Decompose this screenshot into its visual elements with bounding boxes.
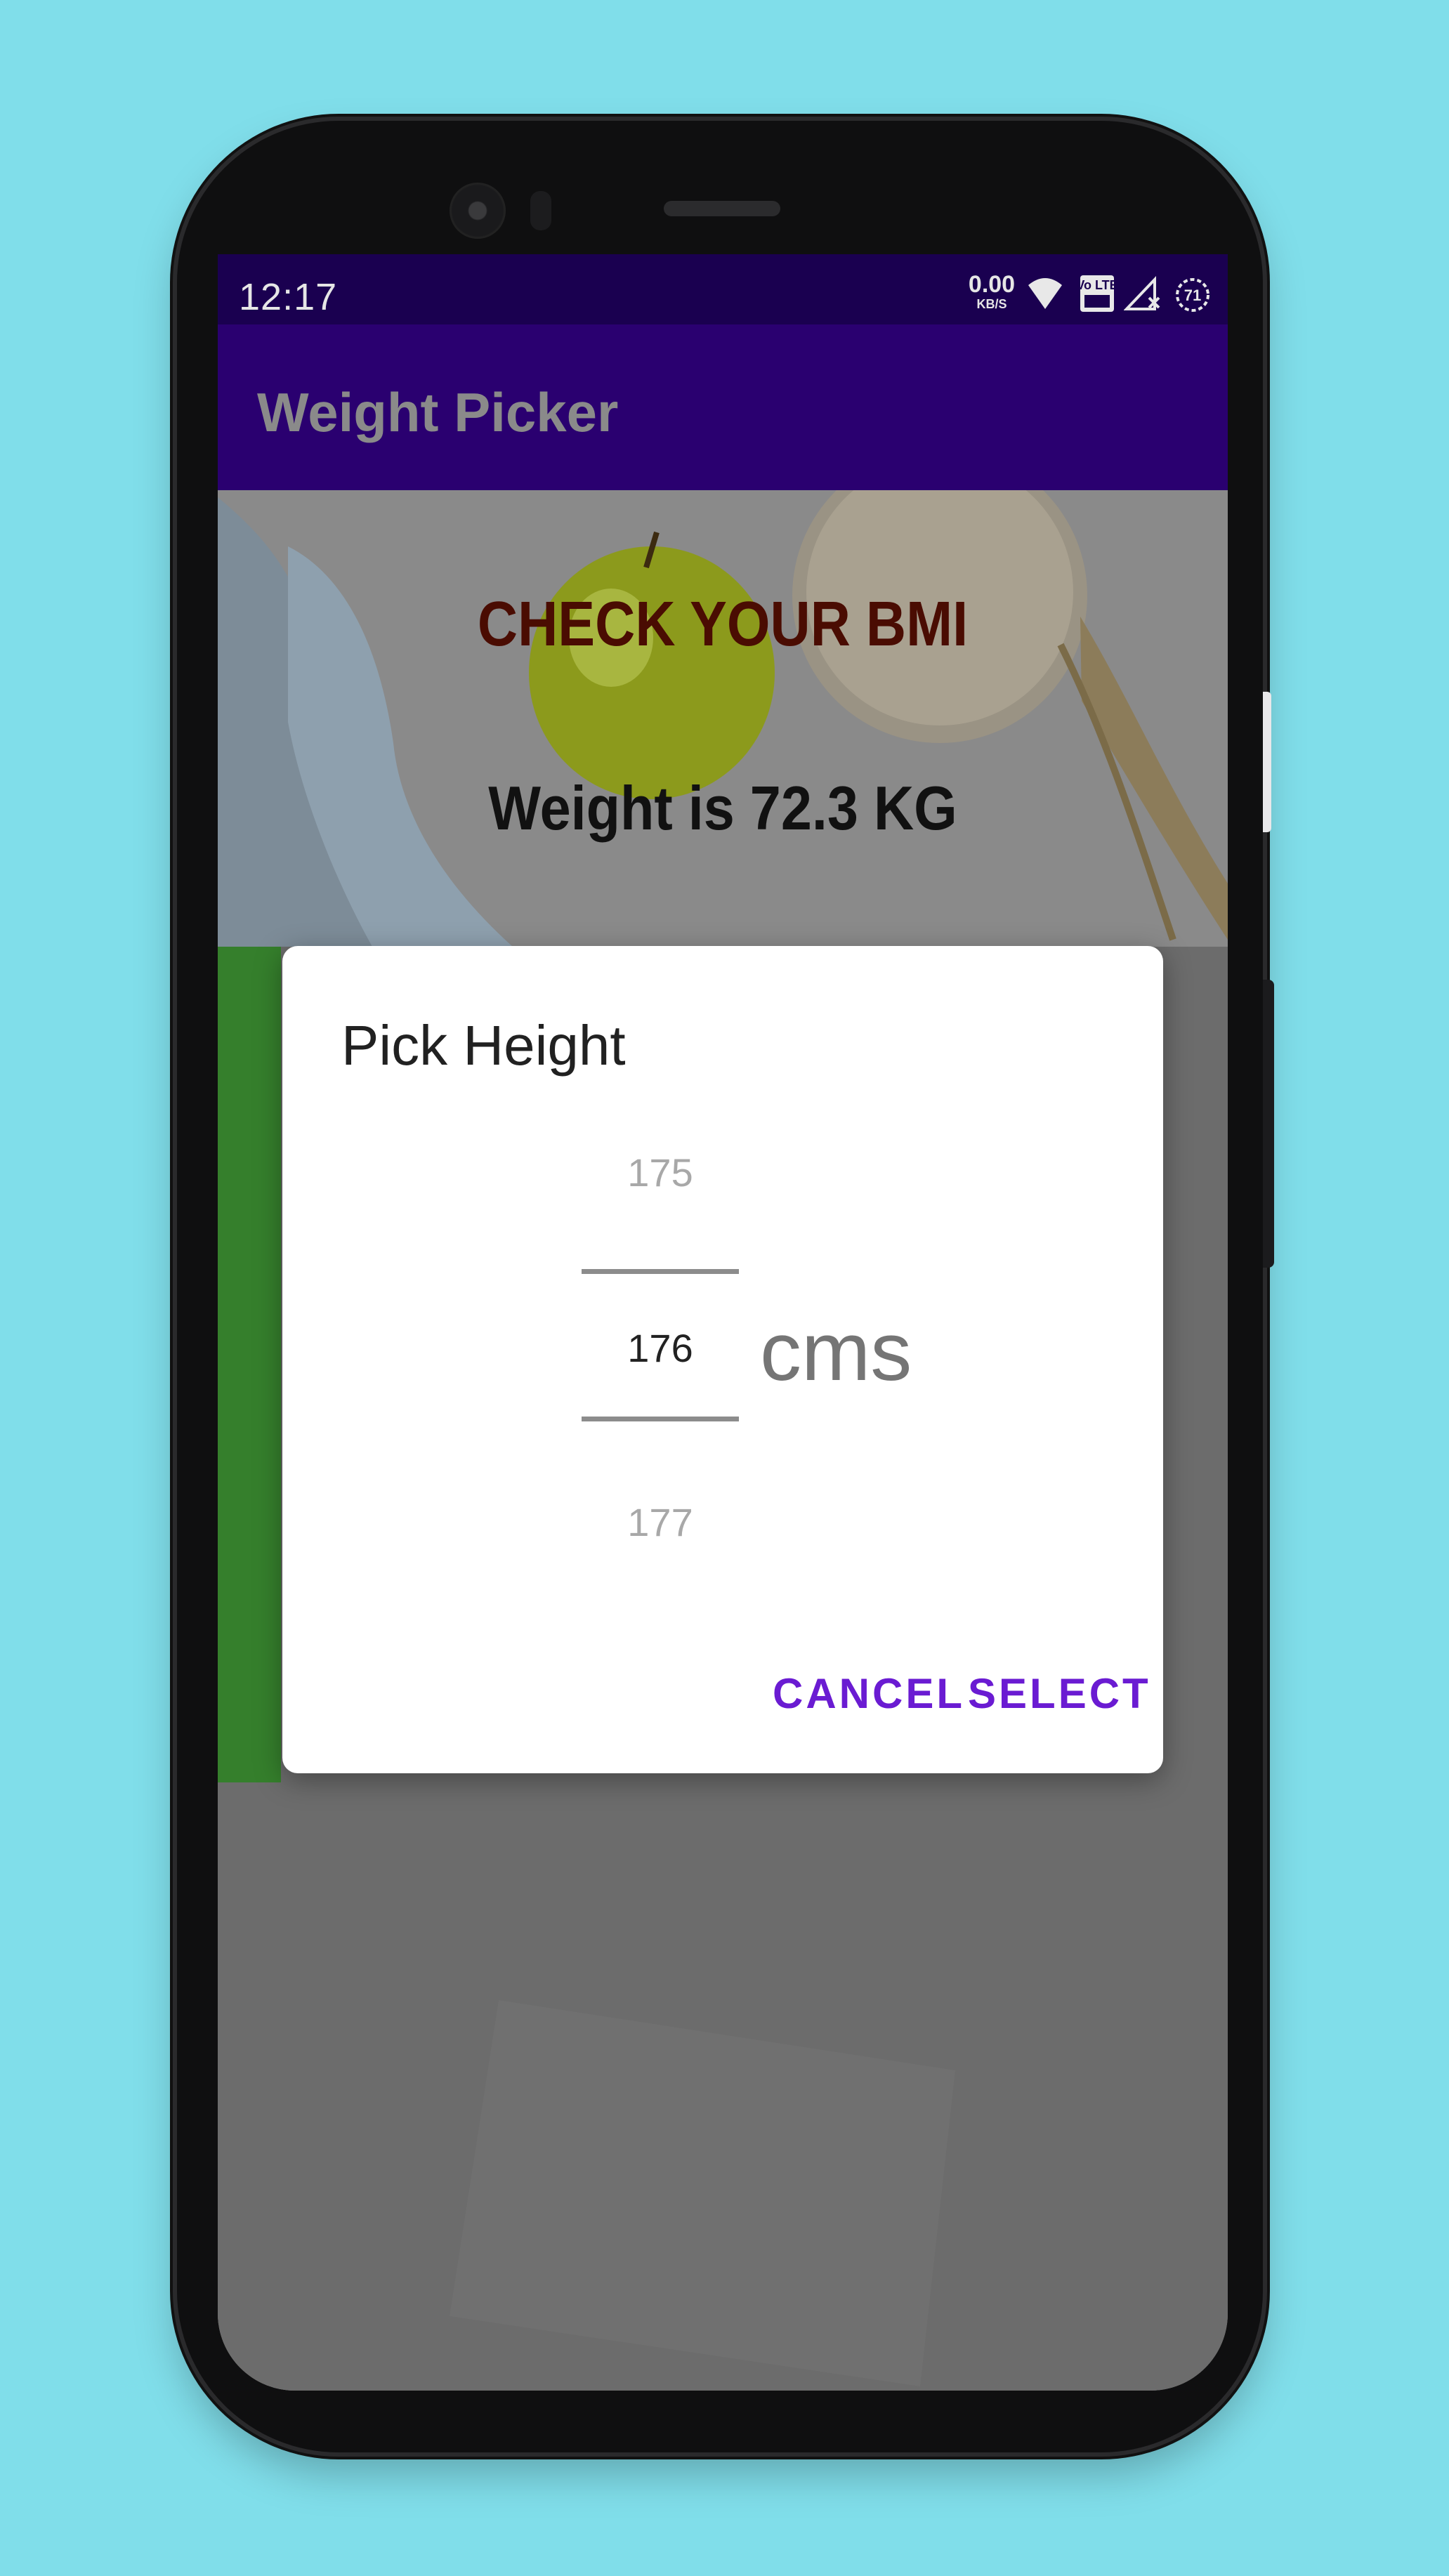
picker-previous-value[interactable]: 175 <box>582 1150 739 1195</box>
signal-icon <box>1124 276 1160 310</box>
earpiece-speaker <box>664 201 780 216</box>
svg-text:71: 71 <box>1184 287 1201 304</box>
volume-button <box>1263 692 1271 832</box>
height-unit-label: cms <box>760 1306 912 1398</box>
picker-divider-bottom <box>582 1417 739 1421</box>
network-speed: 0.00 KB/S <box>964 272 1020 310</box>
pick-height-dialog: Pick Height 175 176 177 cms CANCEL SELEC… <box>282 946 1163 1773</box>
status-bar: 12:17 0.00 KB/S Vo LTE 71 <box>218 254 1228 324</box>
picker-selected-value[interactable]: 176 <box>582 1325 739 1371</box>
proximity-sensor <box>530 191 551 230</box>
wifi-icon <box>1028 278 1062 309</box>
picker-divider-top <box>582 1269 739 1274</box>
weight-readout: Weight is 72.3 KG <box>488 773 957 843</box>
app-toolbar: Weight Picker <box>218 324 1228 490</box>
status-time: 12:17 <box>239 276 338 318</box>
select-button[interactable]: SELECT <box>968 1669 1151 1718</box>
volte-icon: Vo LTE <box>1079 275 1115 312</box>
battery-icon: 71 <box>1176 278 1209 312</box>
front-camera <box>450 183 506 239</box>
dialog-title: Pick Height <box>341 1014 626 1077</box>
cancel-button[interactable]: CANCEL <box>773 1669 965 1718</box>
network-speed-unit: KB/S <box>976 297 1007 311</box>
network-speed-value: 0.00 <box>968 271 1016 298</box>
app-title: Weight Picker <box>257 381 619 443</box>
picker-next-value[interactable]: 177 <box>582 1499 739 1545</box>
svg-text:Vo LTE: Vo LTE <box>1079 278 1115 292</box>
power-button <box>1263 980 1274 1268</box>
bmi-heading: CHECK YOUR BMI <box>477 589 969 659</box>
